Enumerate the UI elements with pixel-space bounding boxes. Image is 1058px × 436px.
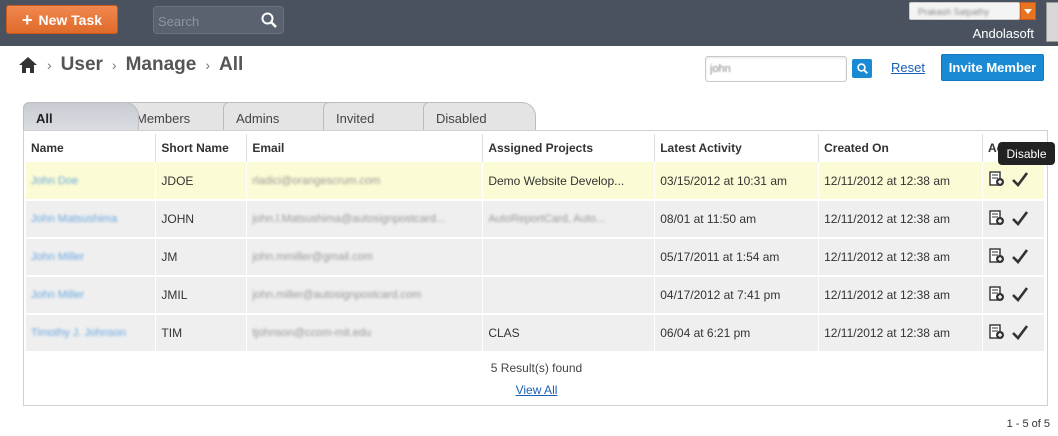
assigned-projects-cell: [482, 238, 656, 277]
member-name-link[interactable]: John Miller: [26, 238, 157, 277]
email-cell: john.mmiller@gmail.com: [246, 238, 484, 277]
assign-project-icon[interactable]: [988, 247, 1004, 267]
column-header[interactable]: Name: [26, 134, 157, 162]
new-task-button[interactable]: + New Task: [6, 5, 118, 34]
breadcrumb-user[interactable]: User: [61, 54, 103, 76]
column-header[interactable]: Created On: [818, 134, 983, 162]
assign-project-icon[interactable]: [988, 285, 1004, 305]
disable-check-icon[interactable]: [1012, 171, 1029, 190]
new-task-label: New Task: [38, 11, 103, 28]
view-all-link[interactable]: View All: [516, 383, 558, 397]
users-panel: Name Short Name Email Assigned Projects …: [23, 130, 1048, 406]
created-on-cell: 12/11/2012 at 12:38 am: [818, 314, 983, 353]
assigned-projects-cell: AutoReportCard, Auto...: [482, 200, 656, 239]
member-name-link[interactable]: John Matsushima: [26, 200, 157, 239]
assign-project-icon[interactable]: [988, 323, 1004, 343]
action-cell: [982, 162, 1046, 201]
top-search-box[interactable]: [153, 6, 284, 34]
created-on-cell: 12/11/2012 at 12:38 am: [818, 200, 983, 239]
column-header[interactable]: Latest Activity: [654, 134, 820, 162]
short-name-cell: JOHN: [155, 200, 248, 239]
avatar[interactable]: [1046, 2, 1058, 42]
search-icon: [856, 63, 868, 74]
created-on-cell: 12/11/2012 at 12:38 am: [818, 162, 983, 201]
plus-icon: +: [21, 9, 33, 30]
table-row[interactable]: John Miller JM john.mmiller@gmail.com 05/17…: [26, 238, 1046, 277]
latest-activity-cell: 05/17/2011 at 1:54 am: [654, 238, 820, 277]
column-header[interactable]: Email: [246, 134, 484, 162]
email-cell: john.miller@autosignpostcard.com: [246, 276, 484, 315]
action-cell: [982, 200, 1046, 239]
email-cell: tjohnson@ccom-mit.edu: [246, 314, 484, 353]
search-icon[interactable]: [261, 12, 277, 28]
breadcrumb-all: All: [219, 54, 244, 75]
disable-check-icon[interactable]: [1012, 210, 1029, 229]
assign-project-icon[interactable]: [988, 171, 1004, 190]
home-icon[interactable]: [18, 56, 38, 74]
action-cell: [982, 276, 1046, 315]
short-name-cell: TIM: [155, 314, 248, 353]
invite-member-button[interactable]: Invite Member: [941, 54, 1044, 81]
user-name: Prakash Satpathy: [918, 7, 990, 17]
table-row[interactable]: John Doe JDOE rladici@orangescrum.com Demo …: [26, 162, 1046, 201]
assigned-projects-cell: CLAS: [482, 314, 656, 353]
column-header[interactable]: Short Name: [155, 134, 248, 162]
users-table: Name Short Name Email Assigned Projects …: [26, 134, 1046, 353]
tab-all[interactable]: All: [23, 102, 139, 130]
assigned-projects-cell: Demo Website Develop...: [482, 162, 656, 201]
latest-activity-cell: 08/01 at 11:50 am: [654, 200, 820, 239]
breadcrumb-manage[interactable]: Manage: [126, 54, 197, 76]
chevron-down-icon[interactable]: [1020, 2, 1036, 20]
member-search-input[interactable]: [710, 60, 840, 78]
disable-check-icon[interactable]: [1012, 286, 1029, 305]
company-name: Andolasoft: [972, 26, 1034, 41]
breadcrumb-separator: ›: [111, 57, 117, 73]
assign-project-icon[interactable]: [988, 209, 1004, 229]
top-bar: + New Task Prakash Satpathy Andolasoft: [0, 0, 1058, 46]
action-cell: [982, 314, 1046, 353]
member-name-link[interactable]: Timothy J. Johnson: [26, 314, 157, 353]
tab-disabled[interactable]: Disabled: [423, 102, 536, 130]
member-name-link[interactable]: John Miller: [26, 276, 157, 315]
created-on-cell: 12/11/2012 at 12:38 am: [818, 276, 983, 315]
latest-activity-cell: 03/15/2012 at 10:31 am: [654, 162, 820, 201]
breadcrumb: › User › Manage › All: [18, 54, 243, 76]
top-search-input[interactable]: [158, 11, 258, 31]
view-all-container: View All: [24, 383, 1049, 397]
short-name-cell: JDOE: [155, 162, 248, 201]
disable-tooltip: Disable: [998, 142, 1055, 165]
table-header-row: Name Short Name Email Assigned Projects …: [26, 134, 1045, 162]
email-cell: rladici@orangescrum.com: [246, 162, 484, 201]
column-header[interactable]: Assigned Projects: [482, 134, 656, 162]
disable-check-icon[interactable]: [1012, 324, 1029, 343]
breadcrumb-separator: ›: [47, 57, 52, 73]
disable-check-icon[interactable]: [1012, 248, 1029, 267]
user-dropdown[interactable]: Prakash Satpathy: [909, 2, 1020, 20]
results-count: 5 Result(s) found: [490, 361, 583, 375]
assigned-projects-cell: [482, 276, 656, 315]
short-name-cell: JM: [155, 238, 248, 277]
member-search-button[interactable]: [852, 59, 872, 78]
breadcrumb-separator: ›: [205, 57, 211, 73]
created-on-cell: 12/11/2012 at 12:38 am: [818, 238, 983, 277]
table-row[interactable]: John Miller JMIL john.miller@autosignpostc…: [26, 276, 1046, 315]
table-row[interactable]: John Matsushima JOHN john.l.Matsushima@aut…: [26, 200, 1046, 239]
member-search-box[interactable]: [705, 56, 847, 82]
email-cell: john.l.Matsushima@autosignpostcard...: [246, 200, 484, 239]
action-cell: [982, 238, 1046, 277]
pagination-info: 1 - 5 of 5: [1006, 418, 1050, 430]
short-name-cell: JMIL: [155, 276, 248, 315]
table-row[interactable]: Timothy J. Johnson TIM tjohnson@ccom-mit.e…: [26, 314, 1046, 353]
latest-activity-cell: 06/04 at 6:21 pm: [654, 314, 820, 353]
reset-link[interactable]: Reset: [891, 60, 925, 75]
member-name-link[interactable]: John Doe: [26, 162, 157, 201]
latest-activity-cell: 04/17/2012 at 7:41 pm: [654, 276, 820, 315]
